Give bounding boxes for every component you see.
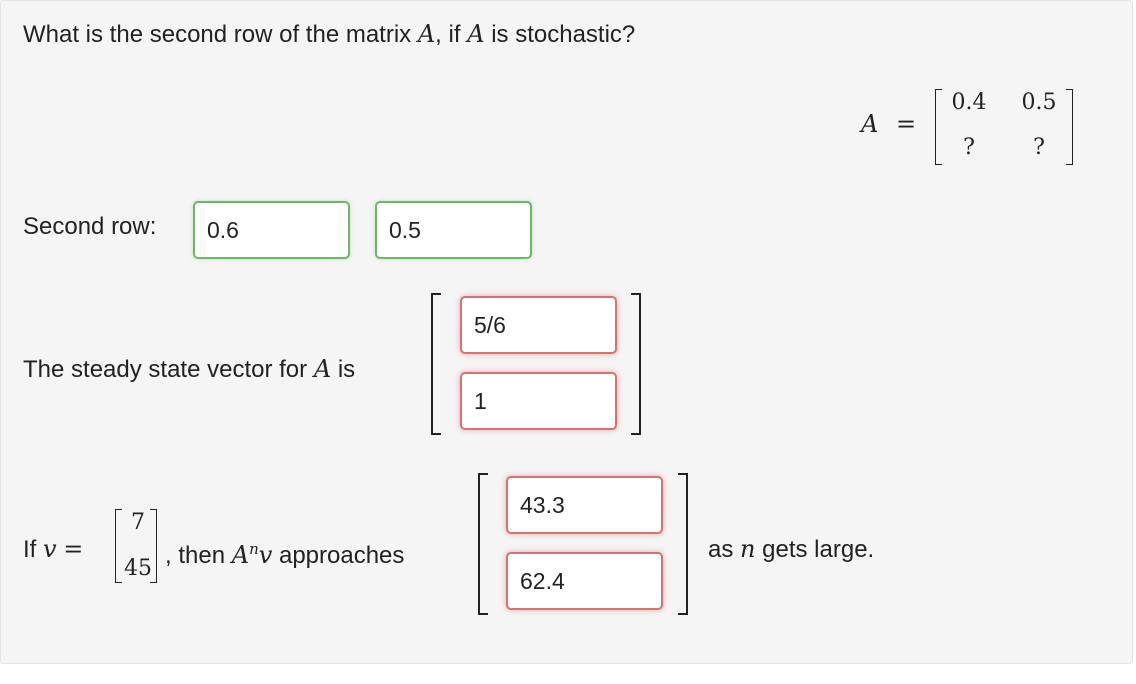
matrix-var: A [313, 355, 332, 383]
second-row-input-1[interactable] [193, 201, 350, 259]
steady-left-bracket [431, 293, 441, 435]
matrix-right-bracket [1066, 89, 1073, 165]
as-n-gets-large-text: as n gets large. [708, 535, 875, 563]
limit-input-1[interactable] [506, 476, 663, 534]
matrix-cell: ? [963, 135, 975, 160]
matrix-cell: 0.4 [951, 90, 987, 115]
matrix-var: A [467, 20, 485, 48]
matrix-cell: ? [1033, 135, 1045, 160]
second-row-label: Second row: [23, 213, 157, 240]
matrix-name: A [861, 110, 879, 138]
question-panel: What is the second row of the matrix A, … [0, 0, 1133, 664]
steady-state-input-1[interactable] [460, 296, 617, 354]
steady-state-input-2[interactable] [460, 372, 617, 430]
matrix-var: A [417, 20, 436, 48]
question-text: What is the second row of the matrix A, … [23, 20, 636, 48]
limit-input-2[interactable] [506, 552, 663, 610]
v-entry: 7 [131, 510, 145, 535]
second-row-input-2[interactable] [375, 201, 532, 259]
matrix-equals: = [896, 110, 917, 138]
steady-right-bracket [631, 293, 641, 435]
matrix-cell: 0.5 [1021, 90, 1057, 115]
limit-left-bracket [478, 473, 488, 615]
steady-state-label: The steady state vector for A is [23, 355, 356, 383]
v-entry: 45 [124, 556, 152, 581]
if-v-text: If v = [23, 535, 84, 563]
then-approaches-text: , then Anv approaches [165, 540, 405, 569]
matrix-left-bracket [935, 89, 942, 165]
limit-right-bracket [678, 473, 688, 615]
